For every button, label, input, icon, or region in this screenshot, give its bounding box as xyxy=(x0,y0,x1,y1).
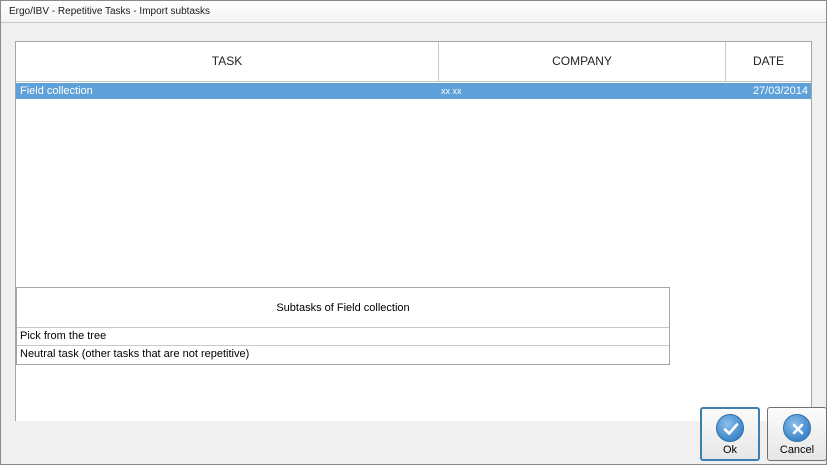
cancel-button[interactable]: Cancel xyxy=(767,407,827,461)
column-header-task[interactable]: TASK xyxy=(16,42,439,81)
row-date-cell: 27/03/2014 xyxy=(752,85,808,97)
subtasks-header: Subtasks of Field collection xyxy=(17,288,669,328)
row-company-cell: xx xx xyxy=(441,86,462,96)
close-icon xyxy=(783,414,811,442)
list-item[interactable]: Pick from the tree xyxy=(17,328,669,346)
column-header-company[interactable]: COMPANY xyxy=(439,42,726,81)
window-title: Ergo/IBV - Repetitive Tasks - Import sub… xyxy=(1,1,826,23)
cancel-button-label: Cancel xyxy=(779,444,815,456)
ok-button[interactable]: Ok xyxy=(700,407,760,461)
list-item[interactable]: Neutral task (other tasks that are not r… xyxy=(17,346,669,364)
ok-button-label: Ok xyxy=(722,444,738,456)
column-header-date[interactable]: DATE xyxy=(726,42,811,81)
checkmark-icon xyxy=(716,414,744,442)
table-row[interactable]: Field collection xx xx 27/03/2014 xyxy=(16,83,811,99)
row-task-cell: Field collection xyxy=(20,85,93,97)
subtasks-table: Subtasks of Field collection Pick from t… xyxy=(16,287,670,365)
task-table-header: TASK COMPANY DATE xyxy=(16,42,811,82)
dialog-window: Ergo/IBV - Repetitive Tasks - Import sub… xyxy=(0,0,827,465)
